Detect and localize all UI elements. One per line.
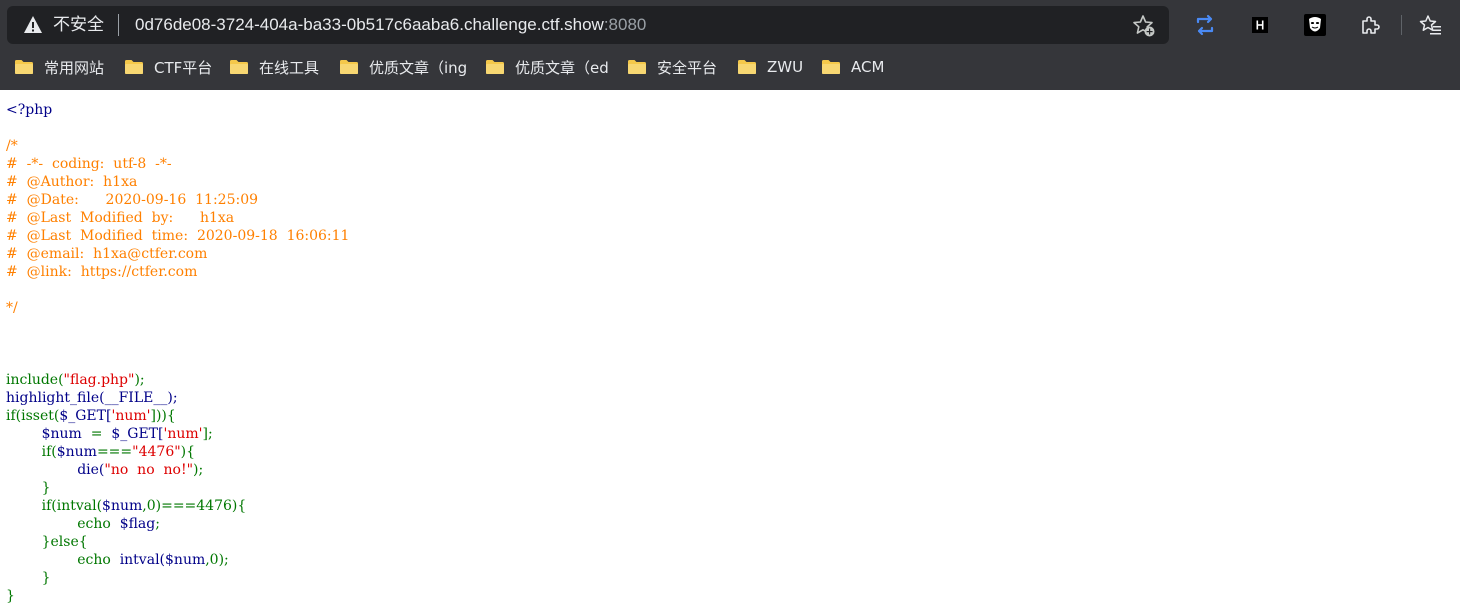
folder-icon (125, 60, 143, 74)
bookmark-folder[interactable]: 安全平台 (627, 50, 717, 84)
bookmark-label: ACM (851, 58, 885, 76)
browser-chrome: 不安全 0d76de08-3724-404a-ba33-0b517c6aaba6… (0, 0, 1460, 90)
highlight-file-line: highlight_file(__FILE__); (6, 390, 178, 406)
url-host: 0d76de08-3724-404a-ba33-0b517c6aaba6.cha… (135, 15, 604, 34)
url-port: :8080 (603, 15, 647, 34)
bookmark-folder[interactable]: 常用网站 (14, 50, 104, 84)
folder-icon (230, 60, 248, 74)
close-brace-line: } (41, 570, 51, 586)
folder-icon (15, 60, 33, 74)
bookmark-label: 优质文章（ed (515, 58, 609, 77)
die-line: die("no no no!"); (77, 462, 204, 478)
php-source-code: <?php /* # -*- coding: utf-8 -*- # @Auth… (6, 101, 349, 605)
favorites-icon[interactable] (1418, 12, 1444, 38)
folder-icon (486, 60, 504, 74)
include-line: include("flag.php"); (6, 372, 145, 388)
address-bar[interactable]: 不安全 0d76de08-3724-404a-ba33-0b517c6aaba6… (7, 6, 1169, 44)
header-comment: /* # -*- coding: utf-8 -*- # @Author: h1… (6, 138, 350, 316)
if-num-line: if($num==="4476"){ (41, 444, 196, 460)
extensions-puzzle-icon[interactable] (1357, 12, 1383, 38)
bookmark-folder[interactable]: CTF平台 (124, 50, 212, 84)
echo-flag-line: echo $flag; (77, 516, 160, 532)
bookmark-label: 安全平台 (657, 58, 718, 77)
bookmarks-bar: 常用网站 CTF平台 在线工具 优质文章（ing 优质文章（ed 安全平台 ZW… (0, 50, 1460, 84)
folder-icon (340, 60, 358, 74)
anonymous-mask-icon[interactable] (1302, 12, 1328, 38)
final-close-brace: } (6, 588, 15, 604)
if-intval-line: if(intval($num,0)===4476){ (41, 498, 247, 514)
close-brace-line: } (41, 480, 51, 496)
bookmark-label: 在线工具 (259, 58, 320, 77)
echo-intval-line: echo intval($num,0); (77, 552, 229, 568)
refresh-sync-icon[interactable] (1192, 12, 1218, 38)
php-open-tag: <?php (6, 102, 53, 118)
star-add-icon[interactable] (1132, 14, 1156, 38)
bookmark-label: 优质文章（ing (369, 58, 468, 77)
toolbar-divider (1401, 15, 1402, 35)
bookmark-folder[interactable]: 优质文章（ed (485, 50, 609, 84)
bookmark-label: 常用网站 (44, 58, 105, 77)
assign-num-line: $num = $_GET['num']; (41, 426, 213, 442)
bookmark-folder[interactable]: ZWU (737, 50, 803, 84)
folder-icon (628, 60, 646, 74)
bookmark-label: CTF平台 (154, 58, 213, 77)
folder-icon (738, 60, 756, 74)
toolbar-row: 不安全 0d76de08-3724-404a-ba33-0b517c6aaba6… (0, 0, 1460, 48)
folder-icon (822, 60, 840, 74)
if-isset-line: if(isset($_GET['num'])){ (6, 408, 176, 424)
bookmark-label: ZWU (767, 58, 804, 76)
hackbar-extension-icon[interactable] (1247, 12, 1273, 38)
not-secure-label[interactable]: 不安全 (53, 14, 104, 36)
warning-icon[interactable] (23, 15, 43, 35)
bookmark-folder[interactable]: 优质文章（ing (339, 50, 467, 84)
else-line: }else{ (41, 534, 88, 550)
address-divider (118, 14, 119, 36)
url-text[interactable]: 0d76de08-3724-404a-ba33-0b517c6aaba6.cha… (135, 14, 646, 36)
bookmark-folder[interactable]: 在线工具 (229, 50, 319, 84)
bookmark-folder[interactable]: ACM (821, 50, 884, 84)
